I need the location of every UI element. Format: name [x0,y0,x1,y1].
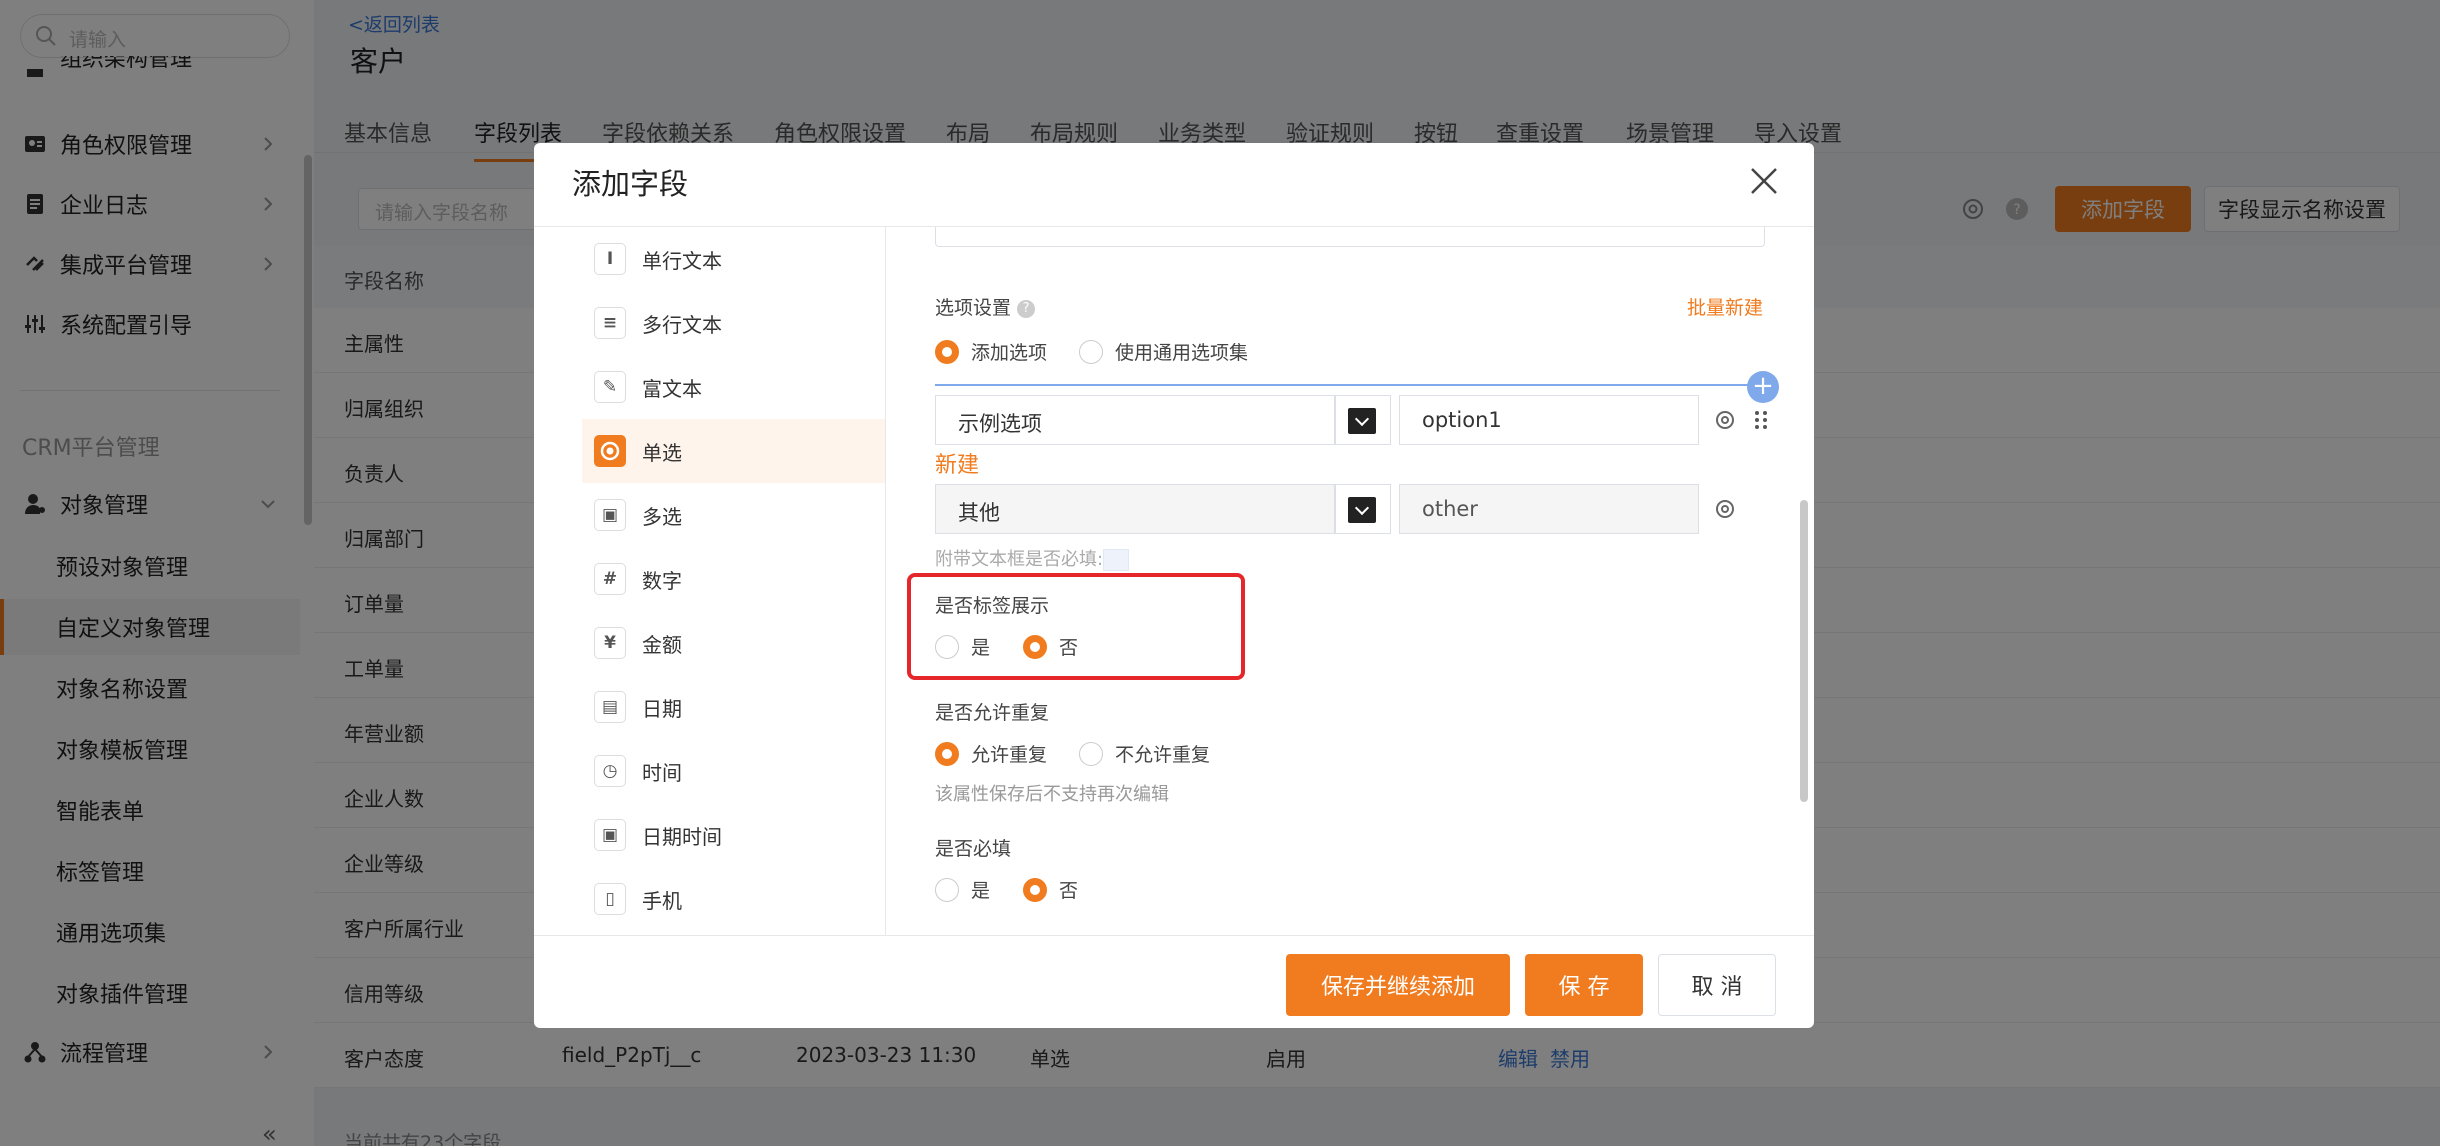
other-option-value-input[interactable]: other [1399,484,1699,534]
radio-required-no[interactable]: 否 [1023,876,1078,903]
type-item-datetime[interactable]: ▣ 日期时间 [582,803,885,867]
radio-unselected-icon [935,877,959,902]
type-item-phone[interactable]: ▯ 手机 [582,867,885,931]
type-label: 数字 [642,568,682,593]
option-label-input[interactable]: 示例选项 [935,395,1335,445]
radio-icon [594,435,626,467]
edit-icon: ✎ [594,371,626,403]
type-label: 日期时间 [642,824,722,849]
radio-label: 否 [1059,880,1079,902]
type-label: 单行文本 [642,248,722,273]
radio-selected-icon [935,339,959,364]
radio-selected-icon [935,741,959,766]
highlight-annotation [907,573,1245,680]
options-setting-text: 选项设置 [935,297,1012,319]
new-option-link[interactable]: 新建 [935,447,979,479]
type-label: 日期 [642,696,682,721]
type-label: 金额 [642,632,682,657]
type-label: 单选 [642,440,682,465]
options-setting-label: 选项设置? [935,293,1036,320]
radio-required-yes[interactable]: 是 [935,876,990,903]
field-type-list: I 单行文本 ≡ 多行文本 ✎ 富文本 单选 ▣ 多选 # 数字 ¥ 金额 ▤ 日期 ◷ 时间 … [534,227,886,935]
chevron-down-icon [1348,408,1376,434]
hint-text: 附带文本框是否必填: [935,549,1104,570]
radio-allow-repeat[interactable]: 允许重复 [935,740,1047,767]
type-label: 手机 [642,888,682,913]
yen-icon: ¥ [594,627,626,659]
radio-label: 添加选项 [971,342,1048,364]
other-option-color-select[interactable] [1335,484,1391,534]
type-label: 多选 [642,504,682,529]
required-text-checkbox[interactable] [1103,549,1130,571]
clock-icon: ◷ [594,755,626,787]
type-label: 时间 [642,760,682,785]
chevron-down-icon [1348,497,1376,523]
allow-repeat-label: 是否允许重复 [935,702,1050,724]
gear-icon[interactable] [1713,497,1737,521]
help-icon[interactable]: ? [1017,299,1036,318]
form-scrollbar[interactable] [1800,500,1808,802]
radio-label: 不允许重复 [1115,744,1211,766]
save-and-continue-button[interactable]: 保存并继续添加 [1286,954,1510,1016]
type-item-amount[interactable]: ¥ 金额 [582,611,885,675]
modal-footer-divider [534,935,1814,936]
type-label: 多行文本 [642,312,722,337]
radio-label: 使用通用选项集 [1115,342,1249,364]
calendar-icon: ▤ [594,691,626,723]
type-item-multi-text[interactable]: ≡ 多行文本 [582,291,885,355]
hash-icon: # [594,563,626,595]
cancel-button[interactable]: 取 消 [1658,954,1776,1016]
field-input-box[interactable] [935,227,1765,247]
radio-unselected-icon [1079,741,1103,766]
option-insert-line [935,384,1767,386]
phone-icon: ▯ [594,883,626,915]
type-item-date[interactable]: ▤ 日期 [582,675,885,739]
radio-disallow-repeat[interactable]: 不允许重复 [1079,740,1210,767]
type-item-multi-select[interactable]: ▣ 多选 [582,483,885,547]
modal-title: 添加字段 [572,167,689,201]
option-color-select[interactable] [1335,395,1391,445]
drag-handle-icon[interactable] [1749,408,1773,432]
radio-label: 是 [971,880,991,902]
close-icon[interactable] [1744,161,1784,201]
text-cursor-icon: I [594,243,626,275]
required-text-hint: 附带文本框是否必填: [935,545,1130,571]
option-value-input[interactable]: option1 [1399,395,1699,445]
datetime-icon: ▣ [594,819,626,851]
radio-add-option[interactable]: 添加选项 [935,338,1047,365]
allow-repeat-hint: 该属性保存后不支持再次编辑 [935,784,1169,805]
type-item-number[interactable]: # 数字 [582,547,885,611]
save-button[interactable]: 保 存 [1525,954,1643,1016]
radio-unselected-icon [1079,339,1103,364]
paragraph-icon: ≡ [594,307,626,339]
type-item-single-select[interactable]: 单选 [582,419,885,483]
type-item-single-text[interactable]: I 单行文本 [582,227,885,291]
add-option-plus-icon[interactable]: + [1747,371,1779,403]
checkbox-icon: ▣ [594,499,626,531]
gear-icon[interactable] [1713,408,1737,432]
type-item-time[interactable]: ◷ 时间 [582,739,885,803]
radio-label: 允许重复 [971,744,1048,766]
required-label: 是否必填 [935,838,1012,860]
radio-selected-icon [1023,877,1047,902]
batch-new-link[interactable]: 批量新建 [1687,293,1763,320]
radio-use-common-set[interactable]: 使用通用选项集 [1079,338,1248,365]
type-item-rich-text[interactable]: ✎ 富文本 [582,355,885,419]
type-label: 富文本 [642,376,702,401]
other-option-label-input[interactable]: 其他 [935,484,1335,534]
